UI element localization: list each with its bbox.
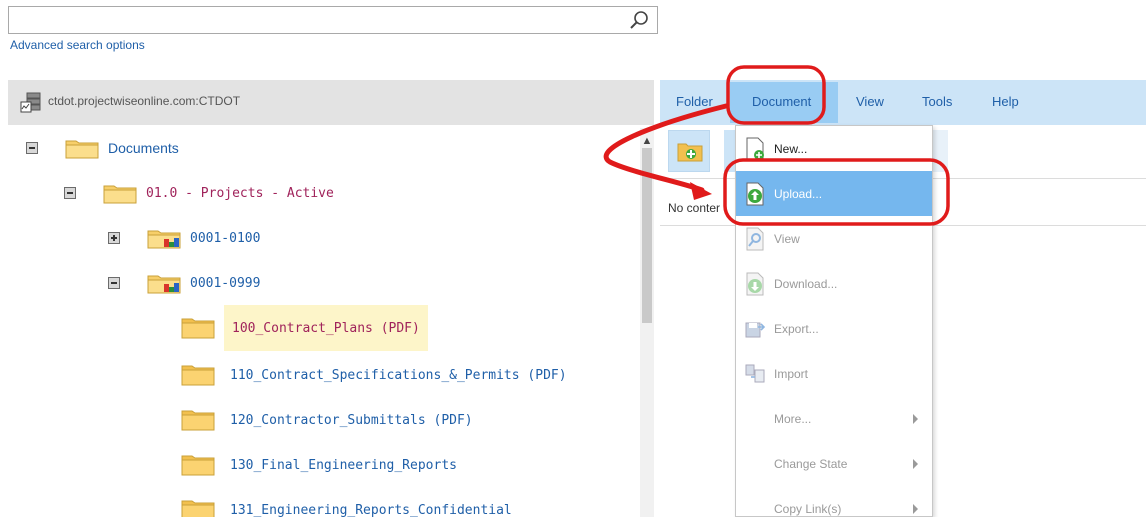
menu-item-more[interactable]: More...	[736, 396, 932, 441]
tree-node-label[interactable]: 0001-0100	[190, 231, 260, 246]
collapse-toggle-icon[interactable]	[26, 142, 38, 154]
tree-node-contract-specifications[interactable]: 110_Contract_Specifications_&_Permits (P…	[180, 355, 567, 395]
tree-node-label[interactable]: 110_Contract_Specifications_&_Permits (P…	[230, 368, 567, 383]
menu-item-label: Copy Link(s)	[774, 501, 842, 516]
folder-icon	[180, 364, 216, 386]
menu-item-label: View	[774, 231, 800, 246]
import-icon	[745, 364, 765, 382]
tree-node-label[interactable]: 01.0 - Projects - Active	[146, 186, 334, 201]
tree-node-label[interactable]: 131_Engineering_Reports_Confidential	[230, 503, 512, 517]
submenu-arrow-icon	[913, 503, 918, 514]
upload-icon	[746, 182, 764, 205]
tree-node-label[interactable]: Documents	[108, 140, 179, 156]
menu-item-view[interactable]: View	[736, 216, 932, 261]
submenu-arrow-icon	[913, 413, 918, 424]
download-icon	[746, 272, 764, 295]
tree-node-engineering-reports-confidential[interactable]: 131_Engineering_Reports_Confidential	[180, 490, 512, 517]
server-label: ctdot.projectwiseonline.com:CTDOT	[48, 94, 241, 108]
view-icon	[746, 227, 764, 250]
folder-icon	[180, 454, 216, 476]
tree-node-label[interactable]: 0001-0999	[190, 276, 260, 291]
folder-icon	[64, 137, 100, 159]
tree-header: ctdot.projectwiseonline.com:CTDOT	[8, 80, 654, 125]
menu-item-new[interactable]: New...	[736, 126, 932, 171]
menu-item-label: New...	[774, 141, 808, 156]
tree-node-contract-plans[interactable]: 100_Contract_Plans (PDF)	[180, 305, 428, 351]
scroll-thumb[interactable]	[642, 148, 652, 323]
menu-item-label: Import	[774, 366, 809, 381]
tree-node-label[interactable]: 130_Final_Engineering_Reports	[230, 458, 457, 473]
submenu-arrow-icon	[913, 458, 918, 469]
menu-item-label: Change State	[774, 456, 848, 471]
tree-node-projects-active[interactable]: 01.0 - Projects - Active	[64, 173, 334, 213]
menu-item-label: More...	[774, 411, 812, 426]
tree-node-0001-0100[interactable]: 0001-0100	[108, 218, 260, 258]
menu-folder[interactable]: Folder	[676, 94, 713, 109]
menu-document[interactable]: Document	[730, 82, 838, 123]
annotation-overlay	[603, 65, 950, 226]
tree-node-final-engineering-reports[interactable]: 130_Final_Engineering_Reports	[180, 445, 457, 485]
menu-item-label: Download...	[774, 276, 838, 291]
menu-item-label: Export...	[774, 321, 819, 336]
folder-icon	[180, 499, 216, 517]
menu-document-label: Document	[752, 94, 812, 109]
menu-tools[interactable]: Tools	[922, 94, 952, 109]
tree-node-label[interactable]: 100_Contract_Plans (PDF)	[232, 321, 420, 336]
folder-icon	[180, 409, 216, 431]
new-folder-icon	[677, 143, 703, 162]
menu-item-export[interactable]: Export...	[736, 306, 932, 351]
tree-scrollbar[interactable]: ▲	[640, 128, 654, 517]
scroll-up-arrow-icon[interactable]: ▲	[640, 134, 654, 148]
search-box[interactable]	[8, 6, 658, 34]
menu-item-label: Upload...	[774, 186, 823, 201]
folder-icon	[180, 317, 216, 339]
tree-node-contractor-submittals[interactable]: 120_Contractor_Submittals (PDF)	[180, 400, 473, 440]
advanced-search-link[interactable]: Advanced search options	[10, 38, 145, 52]
folder-icon	[102, 182, 138, 204]
menu-item-upload[interactable]: Upload...	[736, 171, 932, 216]
tree-node-documents[interactable]: Documents	[26, 128, 179, 168]
menu-item-download[interactable]: Download...	[736, 261, 932, 306]
collapse-toggle-icon[interactable]	[64, 187, 76, 199]
collapse-toggle-icon[interactable]	[108, 277, 120, 289]
project-folder-icon	[146, 272, 182, 294]
no-content-message: No conter	[668, 201, 721, 215]
expand-toggle-icon[interactable]	[108, 232, 120, 244]
server-icon	[20, 92, 41, 113]
tree-node-label[interactable]: 120_Contractor_Submittals (PDF)	[230, 413, 473, 428]
tree-node-0001-0999[interactable]: 0001-0999	[108, 263, 260, 303]
search-input[interactable]	[9, 7, 627, 33]
menu-item-copy-links[interactable]: Copy Link(s)	[736, 486, 932, 517]
new-folder-button[interactable]	[668, 130, 710, 172]
search-icon[interactable]	[629, 10, 651, 30]
menu-view[interactable]: View	[856, 94, 884, 109]
menu-help[interactable]: Help	[992, 94, 1019, 109]
export-icon	[745, 322, 766, 337]
main-menubar: Folder Document View Tools Help	[660, 80, 1146, 125]
project-folder-icon	[146, 227, 182, 249]
new-document-icon	[746, 137, 764, 160]
menu-item-change-state[interactable]: Change State	[736, 441, 932, 486]
document-dropdown-menu: New... Upload... View Download... Export…	[735, 125, 933, 517]
selected-node-highlight: 100_Contract_Plans (PDF)	[224, 305, 428, 351]
menu-item-import[interactable]: Import	[736, 351, 932, 396]
